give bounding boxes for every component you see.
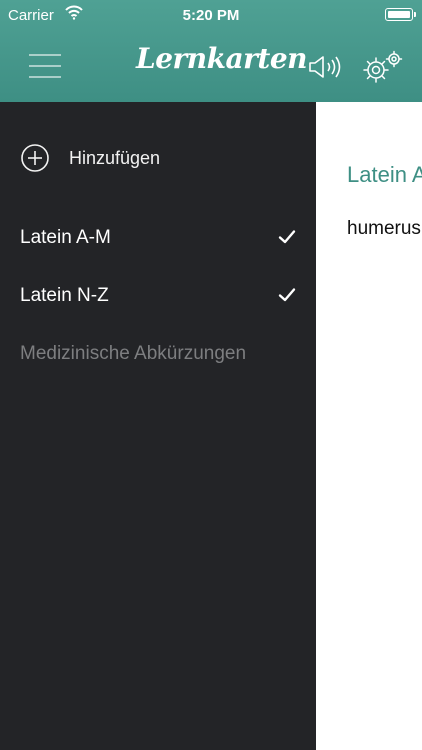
add-deck-button[interactable]: Hinzufügen [20,143,300,173]
plus-circle-icon [21,144,49,172]
status-time: 5:20 PM [182,7,240,24]
sidebar-item-latein-n-z[interactable]: Latein N-Z [20,283,300,313]
speaker-icon[interactable] [307,54,343,80]
add-deck-label: Hinzufügen [69,148,161,168]
card-word[interactable]: humerus [347,218,421,240]
menu-icon[interactable] [29,53,61,79]
sidebar-item-latein-a-m[interactable]: Latein A-M [20,225,300,255]
sidebar-item-label: Medizinische Abkürzungen [20,343,247,364]
sidebar-item-label: Latein N-Z [20,285,109,306]
checkmark-icon [278,288,296,302]
app-header: Carrier 5:20 PM Lernkarten [0,0,422,102]
sidebar-item-label: Latein A-M [20,227,111,248]
main-content: Latein A humerus [316,102,422,750]
checkmark-icon [278,230,296,244]
gear-icon[interactable] [360,50,404,84]
app-title: Lernkarten [136,42,308,75]
battery-icon [385,8,416,21]
sidebar [0,102,316,750]
status-bar: Carrier 5:20 PM [0,0,422,30]
deck-title: Latein A [347,162,422,187]
sidebar-item-medizinische-abkuerzungen[interactable]: Medizinische Abkürzungen [20,341,300,371]
